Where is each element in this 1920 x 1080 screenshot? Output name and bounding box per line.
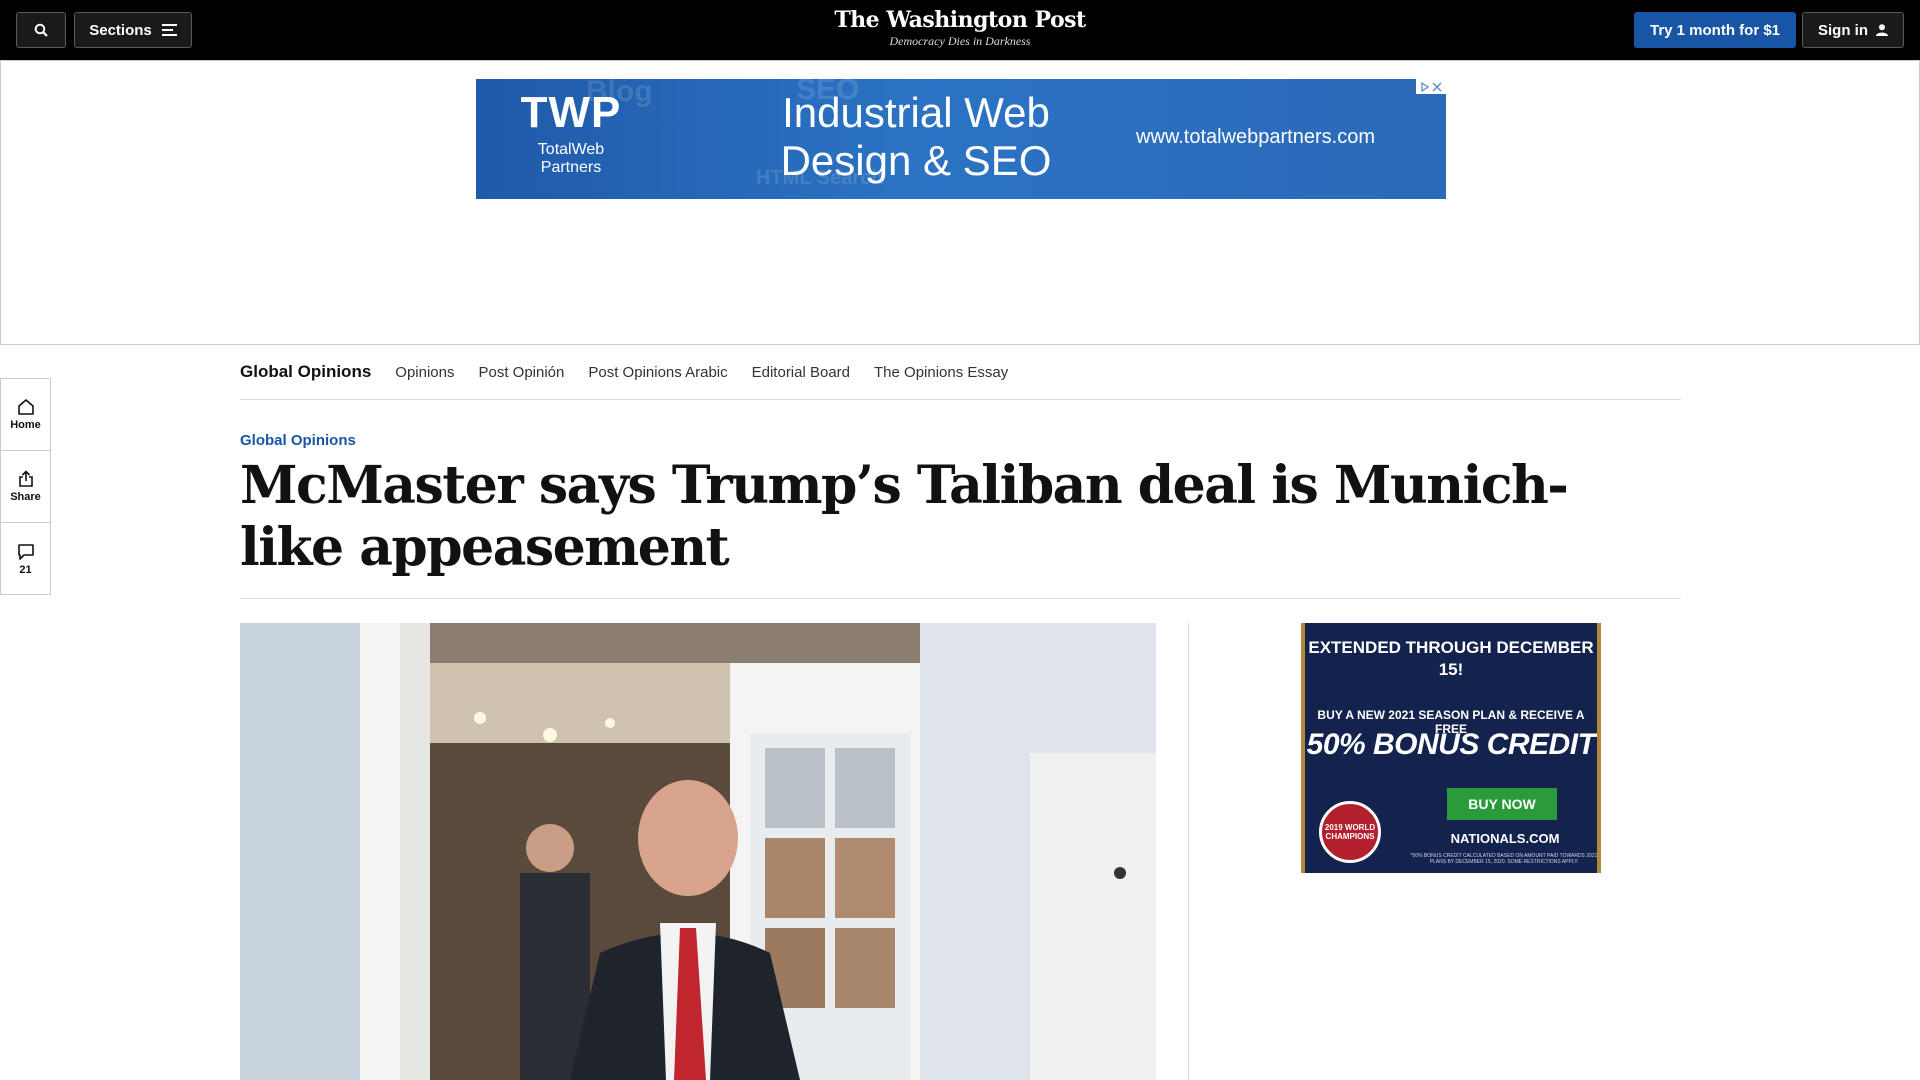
comments-count: 21 xyxy=(19,563,32,576)
search-icon xyxy=(34,23,48,37)
sidebar-ad-site: NATIONALS.COM xyxy=(1450,831,1560,846)
sign-in-label: Sign in xyxy=(1818,21,1868,39)
subnav-item-opinions-essay[interactable]: The Opinions Essay xyxy=(874,364,1008,381)
headline-divider xyxy=(240,598,1681,599)
sign-in-button[interactable]: Sign in xyxy=(1802,12,1904,48)
share-icon xyxy=(18,470,33,487)
lead-photo-image xyxy=(240,623,1156,1080)
article-headline: McMaster says Trump’s Taliban deal is Mu… xyxy=(240,455,1569,578)
subnav-item-editorial-board[interactable]: Editorial Board xyxy=(752,364,850,381)
masthead[interactable]: The Washington Post Democracy Dies in Da… xyxy=(760,6,1160,48)
site-tagline: Democracy Dies in Darkness xyxy=(889,34,1031,48)
top-ad-container: Blog SEO HTML Search TWP TotalWeb Partne… xyxy=(0,60,1920,345)
banner-url: www.totalwebpartners.com xyxy=(1136,126,1375,148)
subnav-brand[interactable]: Global Opinions xyxy=(240,362,371,382)
banner-logo: TWP TotalWeb Partners xyxy=(506,85,636,177)
ad-info-icon[interactable] xyxy=(1420,81,1430,92)
sidebar-ad-fine-print: *50% BONUS CREDIT CALCULATED BASED ON AM… xyxy=(1410,853,1598,865)
user-icon xyxy=(1876,24,1888,36)
top-navigation-bar: Sections The Washington Post Democracy D… xyxy=(0,0,1920,60)
buy-now-button[interactable]: BUY NOW xyxy=(1447,788,1557,820)
world-champions-badge: 2019 WORLD CHAMPIONS xyxy=(1319,801,1381,863)
section-subnav: Global Opinions Opinions Post Opinión Po… xyxy=(240,345,1681,400)
left-share-rail: Home Share 21 xyxy=(0,378,51,595)
subnav-item-opinions[interactable]: Opinions xyxy=(395,364,454,381)
subnav-item-post-opinion[interactable]: Post Opinión xyxy=(478,364,564,381)
subscribe-button[interactable]: Try 1 month for $1 xyxy=(1634,12,1796,48)
sidebar-ad-headline: EXTENDED THROUGH DECEMBER 15! xyxy=(1308,638,1594,679)
home-icon xyxy=(17,399,34,415)
column-divider xyxy=(1188,623,1189,1080)
article-kicker[interactable]: Global Opinions xyxy=(240,432,356,449)
article-lead-photo[interactable] xyxy=(240,623,1156,1080)
banner-logo-mark: TWP xyxy=(520,88,622,137)
top-banner-ad[interactable]: Blog SEO HTML Search TWP TotalWeb Partne… xyxy=(476,79,1446,199)
comments-button[interactable]: 21 xyxy=(1,523,50,595)
banner-logo-text: TotalWeb Partners xyxy=(537,141,605,176)
subnav-item-post-opinions-arabic[interactable]: Post Opinions Arabic xyxy=(588,364,727,381)
close-icon[interactable] xyxy=(1432,81,1442,92)
sections-button[interactable]: Sections xyxy=(74,12,192,48)
sidebar-ad-credit: 50% BONUS CREDIT xyxy=(1306,728,1596,761)
site-logo[interactable]: The Washington Post xyxy=(760,6,1160,34)
adchoices-icon[interactable] xyxy=(1416,79,1446,94)
banner-headline: Industrial Web Design & SEO xyxy=(780,89,1052,184)
share-label: Share xyxy=(10,491,41,503)
search-button[interactable] xyxy=(16,12,66,48)
home-button[interactable]: Home xyxy=(1,379,50,451)
sidebar-ad[interactable]: EXTENDED THROUGH DECEMBER 15! BUY A NEW … xyxy=(1301,623,1601,873)
sections-label: Sections xyxy=(89,21,152,39)
share-button[interactable]: Share xyxy=(1,451,50,523)
home-label: Home xyxy=(10,419,41,431)
hamburger-icon xyxy=(161,24,177,36)
comment-icon xyxy=(17,543,34,560)
